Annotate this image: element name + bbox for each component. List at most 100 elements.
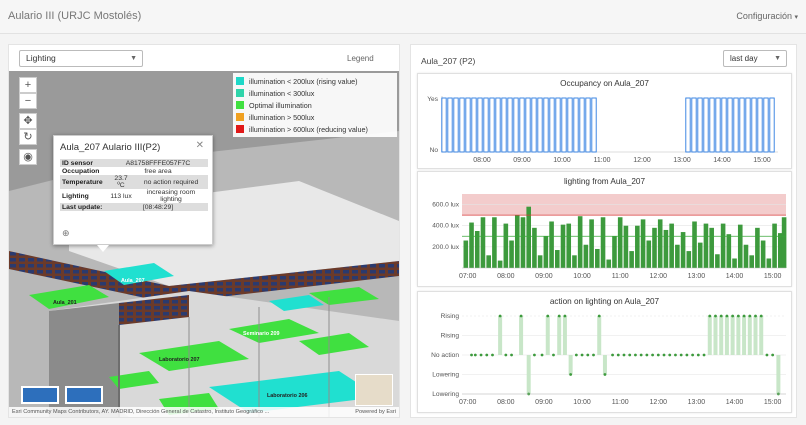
action-point xyxy=(754,314,757,318)
action-bar xyxy=(557,316,562,355)
action-point xyxy=(691,353,695,357)
lighting-bar xyxy=(726,234,732,268)
action-bar xyxy=(562,316,567,355)
charts-panel: Aula_207 (P2) last day ▼ Occupancy on Au… xyxy=(410,44,797,418)
floor-toggle-button[interactable] xyxy=(65,386,103,404)
lighting-bar xyxy=(600,217,606,268)
action-bar xyxy=(759,316,764,355)
x-tick-label: 14:00 xyxy=(713,157,731,164)
x-tick-label: 10:00 xyxy=(553,157,571,164)
occupancy-bar xyxy=(757,97,763,153)
action-point xyxy=(702,353,706,357)
x-tick-label: 15:00 xyxy=(764,273,782,280)
lighting-bar xyxy=(612,236,617,268)
occupancy-bar xyxy=(727,97,733,153)
basemap-toggle-button[interactable] xyxy=(21,386,59,404)
lighting-bar xyxy=(554,250,560,268)
lighting-bar xyxy=(583,244,589,268)
action-point xyxy=(473,353,477,357)
map-room-label: Laboratorio 207 xyxy=(159,357,199,363)
zoom-out-button[interactable]: − xyxy=(19,93,37,109)
lighting-bar xyxy=(635,225,640,268)
occupancy-bar xyxy=(543,97,549,153)
powered-by-esri[interactable]: Powered by Esri xyxy=(355,407,396,417)
x-tick-label: 11:00 xyxy=(612,273,629,280)
eye-icon[interactable]: ◉ xyxy=(19,149,37,165)
legend-item: illumination > 500lux xyxy=(236,111,394,123)
occupancy-bar xyxy=(697,97,703,153)
x-tick-label: 12:00 xyxy=(650,399,668,406)
lighting-bar xyxy=(509,240,514,268)
rotate-icon[interactable]: ↻ xyxy=(19,129,37,145)
occupancy-bar xyxy=(507,97,513,153)
action-bar xyxy=(742,316,747,355)
x-tick-label: 12:00 xyxy=(650,273,668,280)
chevron-down-icon: ▾ xyxy=(794,14,798,21)
zoom-in-button[interactable]: + xyxy=(19,77,37,93)
layer-select[interactable]: Lighting ▼ xyxy=(19,50,143,67)
map-room-label: Laboratorio 206 xyxy=(267,393,307,399)
action-point xyxy=(498,314,502,318)
occupancy-bar xyxy=(715,97,721,153)
lighting-bar xyxy=(492,217,497,268)
action-point xyxy=(674,353,677,357)
lighting-bar xyxy=(766,258,772,268)
action-point xyxy=(479,353,483,357)
action-point xyxy=(546,314,550,318)
occupancy-bar xyxy=(483,97,489,153)
x-tick-label: 12:00 xyxy=(633,157,651,164)
lighting-bar xyxy=(686,251,692,268)
occupancy-bar xyxy=(573,97,579,153)
legend-title: Legend xyxy=(347,54,374,63)
lighting-bar xyxy=(743,244,749,268)
y-tick-label: No action xyxy=(431,352,459,359)
occupancy-bar xyxy=(739,97,745,153)
popup-title: Aula_207 Aulario III(P2) xyxy=(60,142,161,153)
app-title: Aulario III (URJC Mostolés) xyxy=(8,10,142,22)
action-bar xyxy=(719,316,724,355)
action-point xyxy=(719,314,723,318)
action-point xyxy=(586,353,590,357)
x-tick-label: 13:00 xyxy=(688,399,706,406)
occupancy-bar xyxy=(579,97,585,153)
zoom-to-icon[interactable]: ⊕ xyxy=(62,228,70,239)
lighting-bar xyxy=(503,223,509,268)
action-point xyxy=(491,353,494,357)
pan-icon[interactable]: ✥ xyxy=(19,113,37,129)
action-point xyxy=(714,314,717,318)
time-range-select[interactable]: last day ▼ xyxy=(723,50,787,67)
x-tick-label: 15:00 xyxy=(753,157,771,164)
action-point xyxy=(563,314,567,318)
lighting-bar xyxy=(486,255,491,268)
action-bar xyxy=(519,316,524,355)
action-point xyxy=(470,353,473,357)
action-bar xyxy=(498,316,503,355)
lighting-bar xyxy=(589,219,594,268)
action-point xyxy=(651,353,654,357)
occupancy-bar xyxy=(447,97,453,153)
room-popup: Aula_207 Aulario III(P2) ✕ ID sensor A81… xyxy=(53,135,213,245)
legend-swatch xyxy=(236,113,244,121)
lighting-bar xyxy=(520,217,526,268)
popup-row: Occupation free area xyxy=(62,167,172,175)
close-icon[interactable]: ✕ xyxy=(196,140,204,151)
occupancy-bar xyxy=(733,97,739,153)
configuration-menu[interactable]: Configuración ▾ xyxy=(736,11,798,21)
scene-view[interactable]: Aula_207 Aula_201 Seminario 209 Laborato… xyxy=(9,71,399,417)
action-point xyxy=(742,314,746,318)
action-point xyxy=(540,353,544,357)
top-navbar: Aulario III (URJC Mostolés) Configuració… xyxy=(0,0,806,34)
overview-map[interactable] xyxy=(355,374,393,406)
x-tick-label: 13:00 xyxy=(673,157,691,164)
action-bar xyxy=(776,355,781,394)
y-tick-label: Rising xyxy=(441,313,460,320)
lighting-bar xyxy=(781,217,787,268)
occupancy-bar xyxy=(525,97,531,153)
lighting-bar xyxy=(549,221,554,268)
y-tick-label: Yes xyxy=(427,96,438,103)
lighting-bar xyxy=(772,223,777,268)
lighting-bar xyxy=(480,217,486,268)
action-point xyxy=(557,314,561,318)
action-point xyxy=(771,353,775,357)
action-point xyxy=(580,353,584,357)
